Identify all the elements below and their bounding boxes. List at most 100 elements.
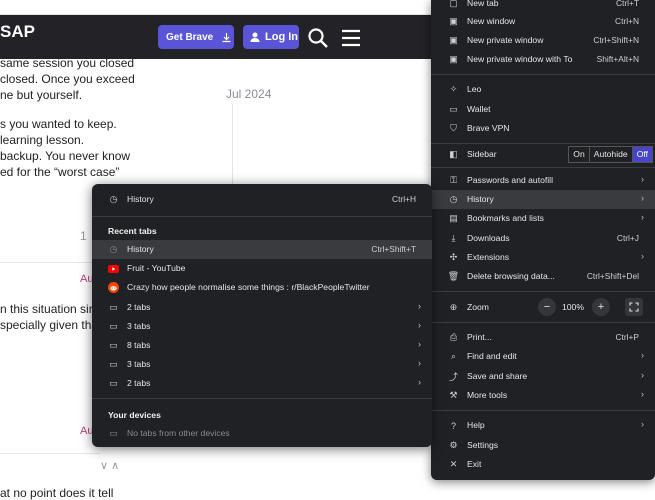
menu-divider (431, 143, 655, 144)
vote-arrows[interactable]: ∨ ∧ (100, 459, 119, 472)
menu-item-downloads[interactable]: ⤓ Downloads Ctrl+J (431, 229, 655, 248)
zoom-control: − 100% + (431, 298, 655, 317)
post-line: closed. Once you exceed (0, 72, 135, 86)
post-divider (0, 262, 100, 263)
browser-main-menu: ▢ New tab Ctrl+T ▣ New window Ctrl+N ▣ N… (431, 0, 655, 480)
chevron-right-icon: › (641, 193, 644, 203)
timeline-date[interactable]: Jul 2024 (226, 87, 271, 101)
recent-tab-group[interactable]: ▭ 3 tabs › (92, 355, 432, 374)
menu-item-label: New private window (467, 35, 544, 45)
sidebar-option-autohide[interactable]: Autohide (588, 147, 632, 162)
menu-item-history[interactable]: ◷ History › (431, 190, 655, 209)
menu-item-label: Downloads (467, 233, 510, 243)
find-icon: ⌕ (450, 351, 457, 361)
menu-item-delete-browsing-data[interactable]: 🗑 Delete browsing data... Ctrl+Shift+Del (431, 267, 655, 286)
download-icon (222, 32, 231, 42)
menu-item-more-tools[interactable]: ⚒ More tools › (431, 386, 655, 405)
menu-item-find-edit[interactable]: ⌕ Find and edit › (431, 347, 655, 366)
menu-item-label: Brave VPN (467, 123, 510, 133)
login-button[interactable]: Log In (243, 25, 299, 49)
chevron-right-icon: › (641, 251, 644, 261)
sidebar-option-off[interactable]: Off (631, 147, 652, 162)
menu-item-label: Wallet (467, 104, 491, 114)
menu-item-extensions[interactable]: ✣ Extensions › (431, 248, 655, 267)
menu-item-label: New tab (467, 0, 499, 8)
menu-item-label: Delete browsing data... (467, 271, 555, 281)
menu-item-exit[interactable]: ✕ Exit (431, 455, 655, 474)
hamburger-menu-icon[interactable] (340, 27, 362, 49)
menu-item-label: New private window with Tor (467, 54, 573, 64)
chevron-right-icon: › (641, 370, 644, 380)
bookmark-icon: ▤ (449, 213, 458, 223)
window-icon: ▭ (109, 321, 118, 331)
zoom-in-button[interactable]: + (592, 298, 610, 316)
user-icon (250, 32, 260, 42)
fullscreen-icon (629, 302, 639, 312)
submenu-item-history[interactable]: ◷ History Ctrl+H (92, 190, 432, 209)
recent-tab-group[interactable]: ▭ 3 tabs › (92, 317, 432, 336)
recent-tab-item[interactable]: Fruit - YouTube (92, 259, 432, 278)
menu-item-new-private-window[interactable]: ▣ New private window Ctrl+Shift+N (431, 31, 655, 50)
menu-divider (92, 398, 432, 399)
menu-item-new-window[interactable]: ▣ New window Ctrl+N (431, 12, 655, 31)
recent-tab-item[interactable]: ◷ History Ctrl+Shift+T (92, 240, 432, 259)
window-icon: ▭ (109, 378, 118, 388)
recent-tab-group[interactable]: ▭ 2 tabs › (92, 298, 432, 317)
menu-item-new-private-window-tor[interactable]: ▣ New private window with Tor Shift+Alt+… (431, 50, 655, 69)
menu-item-print[interactable]: ⎙ Print... Ctrl+P (431, 328, 655, 347)
menu-item-shortcut: Ctrl+Shift+T (371, 244, 416, 254)
menu-item-passwords[interactable]: ⚿ Passwords and autofill › (431, 171, 655, 190)
site-logo[interactable]: SAP (0, 22, 35, 42)
post-divider (0, 453, 100, 454)
menu-item-save-share[interactable]: ⤴ Save and share › (431, 367, 655, 386)
menu-item-brave-vpn[interactable]: ⛉ Brave VPN (431, 119, 655, 138)
menu-item-wallet[interactable]: ▭ Wallet (431, 100, 655, 119)
private-window-icon: ▣ (449, 35, 458, 45)
post-line: n this situation sin (0, 302, 96, 316)
vpn-shield-icon: ⛉ (450, 123, 457, 133)
recent-tab-group[interactable]: ▭ 8 tabs › (92, 336, 432, 355)
menu-item-label: Bookmarks and lists (467, 213, 544, 223)
chevron-right-icon: › (418, 339, 421, 349)
chevron-right-icon: › (641, 174, 644, 184)
sidebar-option-on[interactable]: On (569, 147, 588, 162)
menu-item-label: More tools (467, 390, 508, 400)
sidebar-toggle-group: On Autohide Off (568, 146, 653, 163)
menu-item-label: History (467, 194, 494, 204)
recent-tab-group[interactable]: ▭ 2 tabs › (92, 374, 432, 393)
menu-item-label: Sidebar (467, 149, 497, 159)
zoom-out-button[interactable]: − (538, 298, 556, 316)
history-icon: ◷ (109, 194, 118, 204)
menu-item-shortcut: Ctrl+Shift+Del (586, 271, 639, 281)
post-line: s you wanted to keep. (0, 117, 117, 131)
menu-item-help[interactable]: ? Help › (431, 416, 655, 435)
post-line: backup. You never know (0, 149, 131, 163)
wallet-icon: ▭ (449, 104, 458, 114)
exit-x-icon: ✕ (449, 459, 458, 469)
get-brave-button[interactable]: Get Brave (158, 25, 234, 49)
recent-tabs-heading: Recent tabs (108, 226, 157, 236)
recent-tab-item[interactable]: Crazy how people normalise some things :… (92, 278, 432, 297)
chevron-right-icon: › (641, 389, 644, 399)
menu-item-shortcut: Ctrl+Shift+N (593, 35, 639, 45)
post-line: learning lesson. (0, 133, 85, 147)
youtube-icon (108, 263, 119, 274)
download-icon: ⤓ (451, 233, 456, 243)
key-icon: ⚿ (450, 175, 457, 185)
menu-item-label: Extensions (467, 252, 510, 262)
window-icon: ▭ (109, 359, 118, 369)
menu-item-bookmarks[interactable]: ▤ Bookmarks and lists › (431, 209, 655, 228)
fullscreen-button[interactable] (625, 298, 643, 316)
chevron-right-icon: › (418, 301, 421, 311)
menu-item-label: History (127, 244, 154, 254)
menu-item-shortcut: Ctrl+P (615, 332, 639, 342)
post-line: ed for the “worst case” (0, 165, 120, 179)
post-paragraph-1: same session you closed closed. Once you… (0, 55, 135, 103)
menu-item-leo[interactable]: ✧ Leo (431, 80, 655, 99)
history-submenu: ◷ History Ctrl+H Recent tabs ◷ History C… (92, 184, 432, 447)
chevron-right-icon: › (418, 320, 421, 330)
menu-item-label: Exit (467, 459, 482, 469)
search-icon[interactable] (307, 27, 329, 49)
menu-item-settings[interactable]: ⚙ Settings (431, 436, 655, 455)
menu-item-label: No tabs from other devices (127, 428, 230, 438)
